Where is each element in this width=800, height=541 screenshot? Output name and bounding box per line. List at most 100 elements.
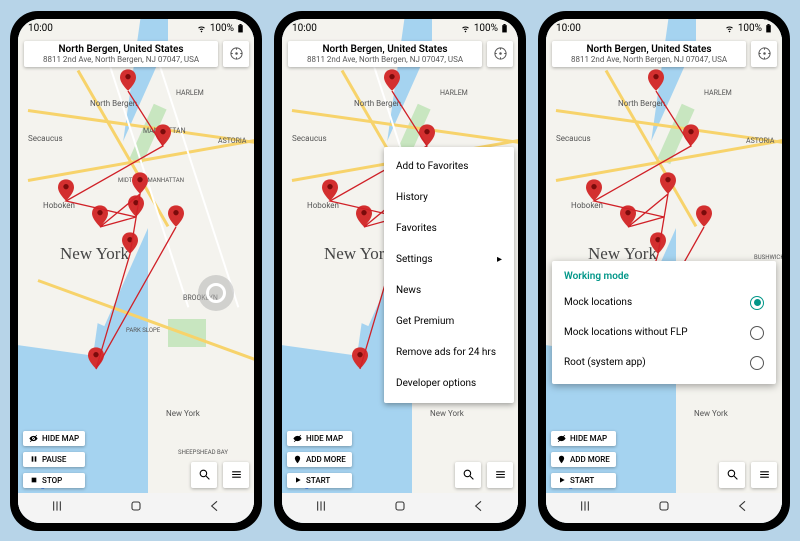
option-mock-locations-no-flp[interactable]: Mock locations without FLP (564, 318, 764, 348)
chevron-right-icon: ▸ (497, 254, 502, 265)
pause-icon (29, 455, 38, 464)
compass-icon (493, 46, 508, 61)
overflow-menu: Add to Favorites History Favorites Setti… (384, 147, 514, 403)
menu-button[interactable] (751, 462, 777, 488)
hide-icon (29, 434, 38, 443)
map-pin[interactable] (120, 69, 136, 91)
wifi-icon (724, 24, 735, 33)
back-button[interactable] (207, 498, 223, 518)
wifi-icon (196, 24, 207, 33)
status-bar: 10:00 100% (546, 19, 782, 39)
option-mock-locations[interactable]: Mock locations (564, 288, 764, 318)
map-pin[interactable] (384, 69, 400, 91)
radio-icon (750, 326, 764, 340)
battery-icon (501, 24, 508, 33)
play-icon (293, 476, 302, 485)
map-pin[interactable] (92, 205, 108, 227)
hamburger-icon (230, 468, 243, 481)
hide-map-button[interactable]: HIDE MAP (551, 431, 616, 446)
map-pin[interactable] (155, 124, 171, 146)
search-button[interactable] (719, 462, 745, 488)
recenter-button[interactable] (198, 275, 234, 311)
android-nav-bar (546, 493, 782, 523)
pause-button[interactable]: PAUSE (23, 452, 85, 467)
battery-icon (237, 24, 244, 33)
compass-button[interactable] (487, 41, 513, 67)
status-battery: 100% (210, 23, 234, 34)
hide-icon (293, 434, 302, 443)
map-pin[interactable] (586, 179, 602, 201)
menu-item-add-favorites[interactable]: Add to Favorites (384, 151, 514, 182)
location-subtitle: 8811 2nd Ave, North Bergen, NJ 07047, US… (30, 55, 212, 64)
android-nav-bar (18, 493, 254, 523)
search-button[interactable] (191, 462, 217, 488)
start-button[interactable]: START (551, 473, 616, 488)
start-button[interactable]: START (287, 473, 352, 488)
city-label: New York (324, 244, 393, 264)
home-button[interactable] (392, 498, 408, 518)
map-pin[interactable] (132, 172, 148, 194)
recents-button[interactable] (49, 498, 65, 518)
battery-icon (765, 24, 772, 33)
map-pin[interactable] (352, 347, 368, 369)
back-button[interactable] (735, 498, 751, 518)
recents-button[interactable] (577, 498, 593, 518)
home-button[interactable] (656, 498, 672, 518)
search-button[interactable] (455, 462, 481, 488)
compass-button[interactable] (223, 41, 249, 67)
map-pin[interactable] (660, 172, 676, 194)
add-more-button[interactable]: ADD MORE (551, 452, 616, 467)
menu-button[interactable] (223, 462, 249, 488)
map-pin[interactable] (322, 179, 338, 201)
status-battery: 100% (474, 23, 498, 34)
city-label: New York (60, 244, 129, 264)
compass-button[interactable] (751, 41, 777, 67)
status-time: 10:00 (556, 23, 581, 34)
location-card[interactable]: North Bergen, United States 8811 2nd Ave… (288, 41, 482, 67)
map-pin[interactable] (696, 205, 712, 227)
menu-button[interactable] (487, 462, 513, 488)
compass-icon (229, 46, 244, 61)
map-pin[interactable] (620, 205, 636, 227)
recents-button[interactable] (313, 498, 329, 518)
status-time: 10:00 (28, 23, 53, 34)
add-pin-icon (293, 455, 302, 464)
map-pin[interactable] (356, 205, 372, 227)
add-more-button[interactable]: ADD MORE (287, 452, 352, 467)
map-pin[interactable] (58, 179, 74, 201)
wifi-icon (460, 24, 471, 33)
map-pin[interactable] (683, 124, 699, 146)
phone-3: 10:00 100% North Bergen Secaucus Hoboken… (538, 11, 790, 531)
status-time: 10:00 (292, 23, 317, 34)
map-pin[interactable] (650, 232, 666, 254)
menu-item-premium[interactable]: Get Premium (384, 306, 514, 337)
map-pin[interactable] (648, 69, 664, 91)
stop-icon (29, 476, 38, 485)
location-card[interactable]: North Bergen, United States 8811 2nd Ave… (552, 41, 746, 67)
option-root[interactable]: Root (system app) (564, 348, 764, 378)
back-button[interactable] (471, 498, 487, 518)
map-pin[interactable] (128, 195, 144, 217)
hide-map-button[interactable]: HIDE MAP (287, 431, 352, 446)
map-pin[interactable] (122, 232, 138, 254)
phone-1: 10:00 100% (10, 11, 262, 531)
working-mode-dialog: Working mode Mock locations Mock locatio… (552, 261, 776, 384)
menu-item-history[interactable]: History (384, 182, 514, 213)
status-bar: 10:00 100% (18, 19, 254, 39)
map-pin[interactable] (419, 124, 435, 146)
home-button[interactable] (128, 498, 144, 518)
search-icon (198, 468, 211, 481)
stop-button[interactable]: STOP (23, 473, 85, 488)
map-pin[interactable] (168, 205, 184, 227)
hide-map-button[interactable]: HIDE MAP (23, 431, 85, 446)
menu-item-news[interactable]: News (384, 275, 514, 306)
menu-item-favorites[interactable]: Favorites (384, 213, 514, 244)
menu-item-settings[interactable]: Settings▸ (384, 244, 514, 275)
location-card[interactable]: North Bergen, United States 8811 2nd Ave… (24, 41, 218, 67)
location-title: North Bergen, United States (30, 44, 212, 55)
status-bar: 10:00 100% (282, 19, 518, 39)
menu-item-developer[interactable]: Developer options (384, 368, 514, 399)
menu-item-remove-ads[interactable]: Remove ads for 24 hrs (384, 337, 514, 368)
android-nav-bar (282, 493, 518, 523)
map-pin[interactable] (88, 347, 104, 369)
